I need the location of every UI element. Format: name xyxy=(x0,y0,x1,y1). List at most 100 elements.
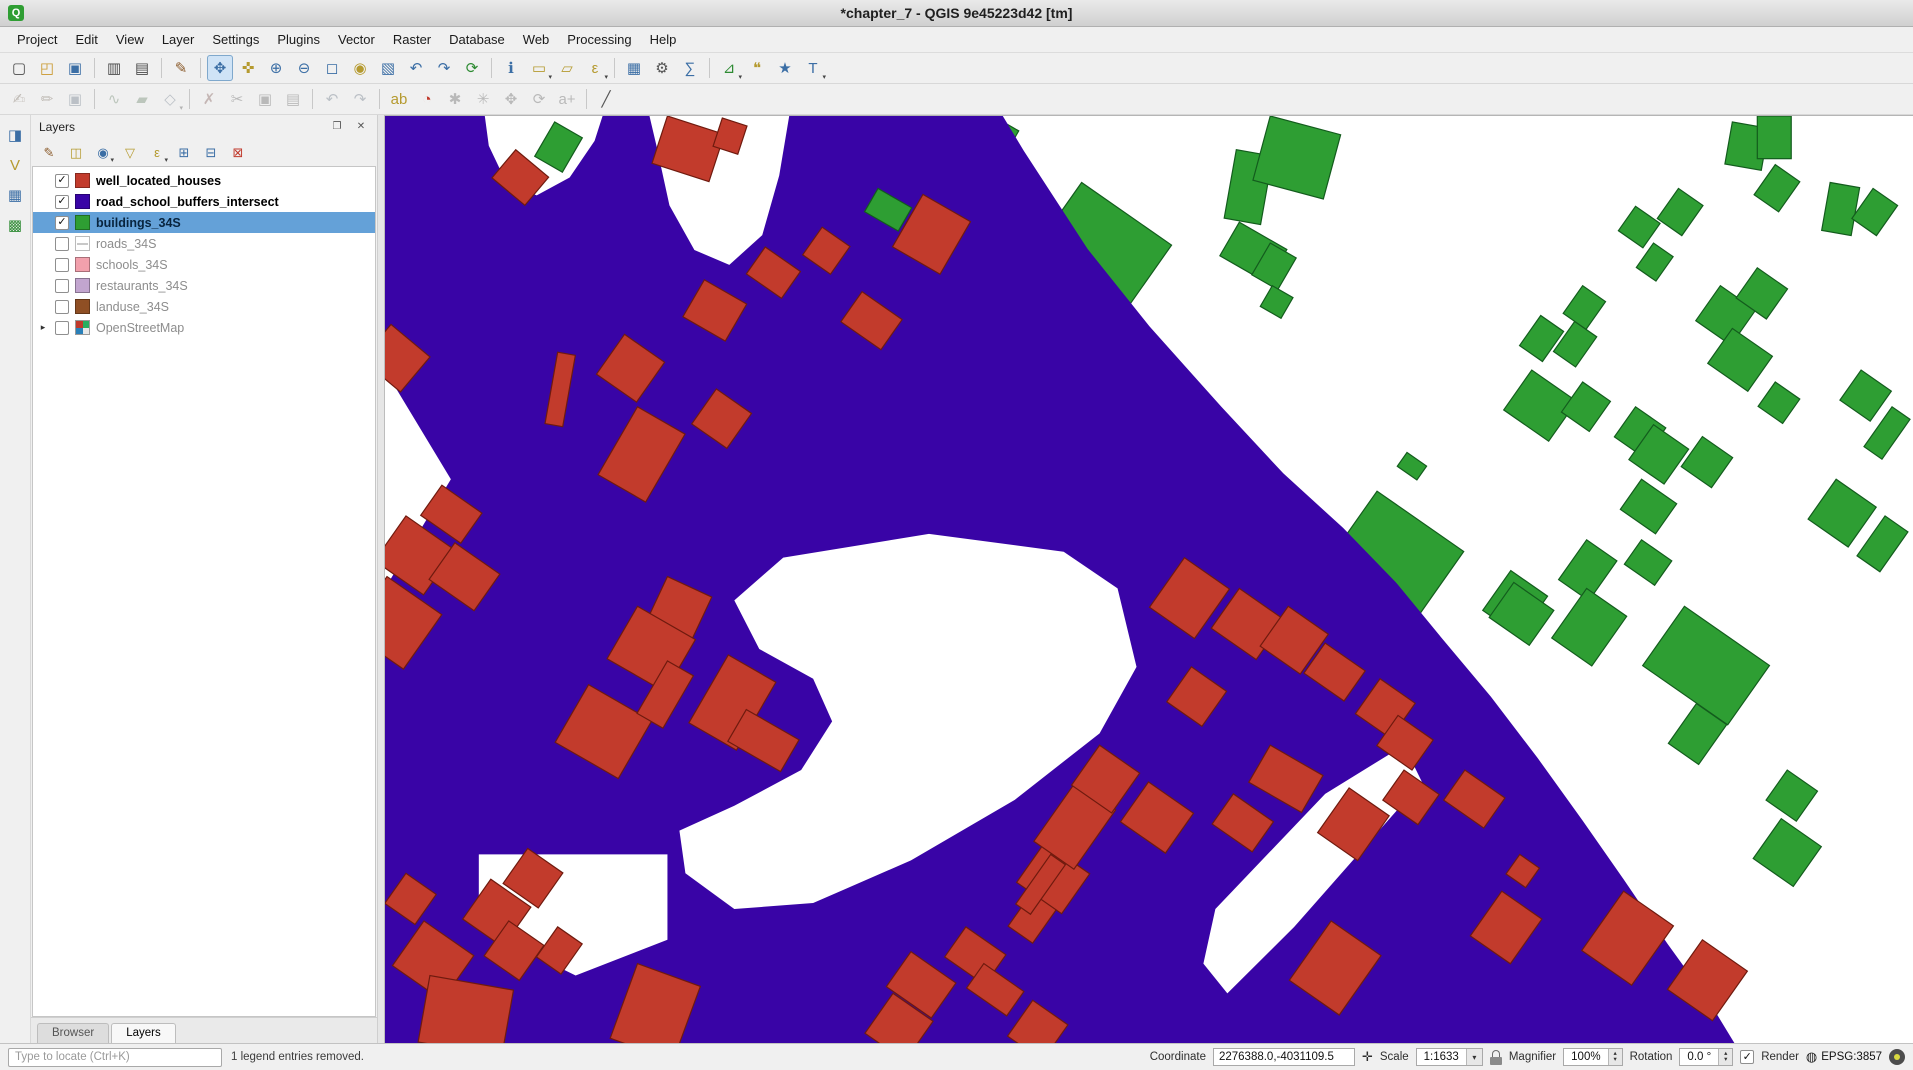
rotation-spin[interactable]: 0.0 ° ▴▾ xyxy=(1679,1048,1733,1066)
save-project-button[interactable]: ▣ xyxy=(62,55,88,81)
pan-map-button[interactable]: ✥ xyxy=(207,55,233,81)
zoom-next-button[interactable]: ↷ xyxy=(431,55,457,81)
zoom-to-layer-button[interactable]: ▧ xyxy=(375,55,401,81)
menu-layer[interactable]: Layer xyxy=(153,29,204,50)
advanced-digitizing-button[interactable]: ╱ xyxy=(593,86,619,112)
manage-map-themes-button[interactable]: ◉▾ xyxy=(92,142,114,164)
undo-button[interactable]: ↶ xyxy=(319,86,345,112)
add-raster-layer-button[interactable]: ▦ xyxy=(3,183,27,207)
text-annotation-button[interactable]: T▾ xyxy=(800,55,826,81)
layer-labeling-button[interactable]: ab xyxy=(386,86,412,112)
pin-labels-button[interactable]: ✱ xyxy=(442,86,468,112)
new-bookmark-button[interactable]: ★ xyxy=(772,55,798,81)
add-mesh-layer-button[interactable]: ▩ xyxy=(3,213,27,237)
crs-button[interactable]: ◍ EPSG:3857 xyxy=(1806,1049,1882,1065)
change-label-button[interactable]: a+ xyxy=(554,86,580,112)
menu-vector[interactable]: Vector xyxy=(329,29,384,50)
paste-features-button[interactable]: ▤ xyxy=(280,86,306,112)
zoom-to-selection-button[interactable]: ◉ xyxy=(347,55,373,81)
layer-item[interactable]: schools_34S xyxy=(33,254,375,275)
measure-line-button[interactable]: ⊿▾ xyxy=(716,55,742,81)
layer-visibility-checkbox[interactable] xyxy=(55,258,69,272)
open-project-button[interactable]: ◰ xyxy=(34,55,60,81)
layer-visibility-checkbox[interactable] xyxy=(55,237,69,251)
zoom-last-button[interactable]: ↶ xyxy=(403,55,429,81)
move-label-button[interactable]: ✥ xyxy=(498,86,524,112)
save-layer-edits-button[interactable]: ▣ xyxy=(62,86,88,112)
layer-visibility-checkbox[interactable]: ✓ xyxy=(55,195,69,209)
show-layout-manager-button[interactable]: ▤ xyxy=(129,55,155,81)
expander-icon[interactable]: ▸ xyxy=(37,322,49,333)
menu-project[interactable]: Project xyxy=(8,29,66,50)
float-panel-button[interactable]: ❐ xyxy=(330,120,344,134)
current-edits-button[interactable]: ✍ xyxy=(6,86,32,112)
menu-settings[interactable]: Settings xyxy=(203,29,268,50)
menu-plugins[interactable]: Plugins xyxy=(268,29,329,50)
menu-view[interactable]: View xyxy=(107,29,153,50)
copy-features-button[interactable]: ▣ xyxy=(252,86,278,112)
dock-tab-browser[interactable]: Browser xyxy=(37,1023,109,1043)
layer-visibility-checkbox[interactable] xyxy=(55,279,69,293)
menu-help[interactable]: Help xyxy=(641,29,686,50)
highlight-pinned-labels-button[interactable]: ✳ xyxy=(470,86,496,112)
vertex-tool-button[interactable]: ◇▾ xyxy=(157,86,183,112)
zoom-out-button[interactable]: ⊖ xyxy=(291,55,317,81)
magnifier-spin-arrows[interactable]: ▴▾ xyxy=(1608,1049,1622,1065)
remove-layer-button[interactable]: ⊠ xyxy=(227,142,249,164)
toggle-editing-button[interactable]: ✏ xyxy=(34,86,60,112)
open-attribute-table-button[interactable]: ▦ xyxy=(621,55,647,81)
new-print-layout-button[interactable]: ▥ xyxy=(101,55,127,81)
coordinate-input[interactable] xyxy=(1213,1048,1355,1066)
style-manager-button[interactable]: ✎ xyxy=(168,55,194,81)
layer-item[interactable]: restaurants_34S xyxy=(33,275,375,296)
menu-processing[interactable]: Processing xyxy=(558,29,640,50)
menu-web[interactable]: Web xyxy=(514,29,559,50)
scale-combo[interactable]: 1:1633 ▾ xyxy=(1416,1048,1483,1066)
select-by-expression-button[interactable]: ε▾ xyxy=(582,55,608,81)
close-panel-button[interactable]: ✕ xyxy=(354,120,368,134)
new-project-button[interactable]: ▢ xyxy=(6,55,32,81)
locate-input[interactable] xyxy=(8,1048,222,1067)
layer-visibility-checkbox[interactable] xyxy=(55,321,69,335)
cut-features-button[interactable]: ✂ xyxy=(224,86,250,112)
lock-scale-icon[interactable] xyxy=(1490,1050,1502,1065)
delete-selected-button[interactable]: ✗ xyxy=(196,86,222,112)
deselect-features-button[interactable]: ▱ xyxy=(554,55,580,81)
layer-item[interactable]: ✓buildings_34S xyxy=(33,212,375,233)
panel-splitter[interactable] xyxy=(377,115,385,1043)
zoom-full-button[interactable]: ◻ xyxy=(319,55,345,81)
zoom-in-button[interactable]: ⊕ xyxy=(263,55,289,81)
layer-item[interactable]: ✓road_school_buffers_intersect xyxy=(33,191,375,212)
expand-all-button[interactable]: ⊞ xyxy=(173,142,195,164)
menu-edit[interactable]: Edit xyxy=(66,29,106,50)
render-checkbox[interactable]: ✓ xyxy=(1740,1050,1754,1064)
refresh-map-button[interactable]: ⟳ xyxy=(459,55,485,81)
layer-visibility-checkbox[interactable] xyxy=(55,300,69,314)
layer-visibility-checkbox[interactable]: ✓ xyxy=(55,174,69,188)
layer-item[interactable]: roads_34S xyxy=(33,233,375,254)
data-source-manager-button[interactable]: ◨ xyxy=(3,123,27,147)
map-canvas[interactable] xyxy=(385,115,1913,1043)
add-vector-layer-button[interactable]: V xyxy=(3,153,27,177)
layer-diagram-button[interactable]: ◔ xyxy=(414,86,440,112)
collapse-all-button[interactable]: ⊟ xyxy=(200,142,222,164)
statistical-summary-button[interactable]: ∑ xyxy=(677,55,703,81)
open-layer-styling-button[interactable]: ✎ xyxy=(38,142,60,164)
add-group-button[interactable]: ◫ xyxy=(65,142,87,164)
digitize-with-segment-button[interactable]: ∿ xyxy=(101,86,127,112)
select-features-button[interactable]: ▭▾ xyxy=(526,55,552,81)
processing-toolbox-button[interactable]: ⚙ xyxy=(649,55,675,81)
identify-features-button[interactable]: ℹ xyxy=(498,55,524,81)
menu-database[interactable]: Database xyxy=(440,29,514,50)
layer-item[interactable]: ✓well_located_houses xyxy=(33,170,375,191)
layer-item[interactable]: ▸OpenStreetMap xyxy=(33,317,375,338)
dock-tab-layers[interactable]: Layers xyxy=(111,1023,176,1043)
layer-item[interactable]: landuse_34S xyxy=(33,296,375,317)
map-tips-button[interactable]: ❝ xyxy=(744,55,770,81)
add-polygon-feature-button[interactable]: ▰ xyxy=(129,86,155,112)
rotation-spin-arrows[interactable]: ▴▾ xyxy=(1718,1049,1732,1065)
filter-legend-button[interactable]: ▽ xyxy=(119,142,141,164)
message-log-button[interactable] xyxy=(1889,1049,1905,1065)
filter-by-expression-button[interactable]: ε▾ xyxy=(146,142,168,164)
redo-button[interactable]: ↷ xyxy=(347,86,373,112)
